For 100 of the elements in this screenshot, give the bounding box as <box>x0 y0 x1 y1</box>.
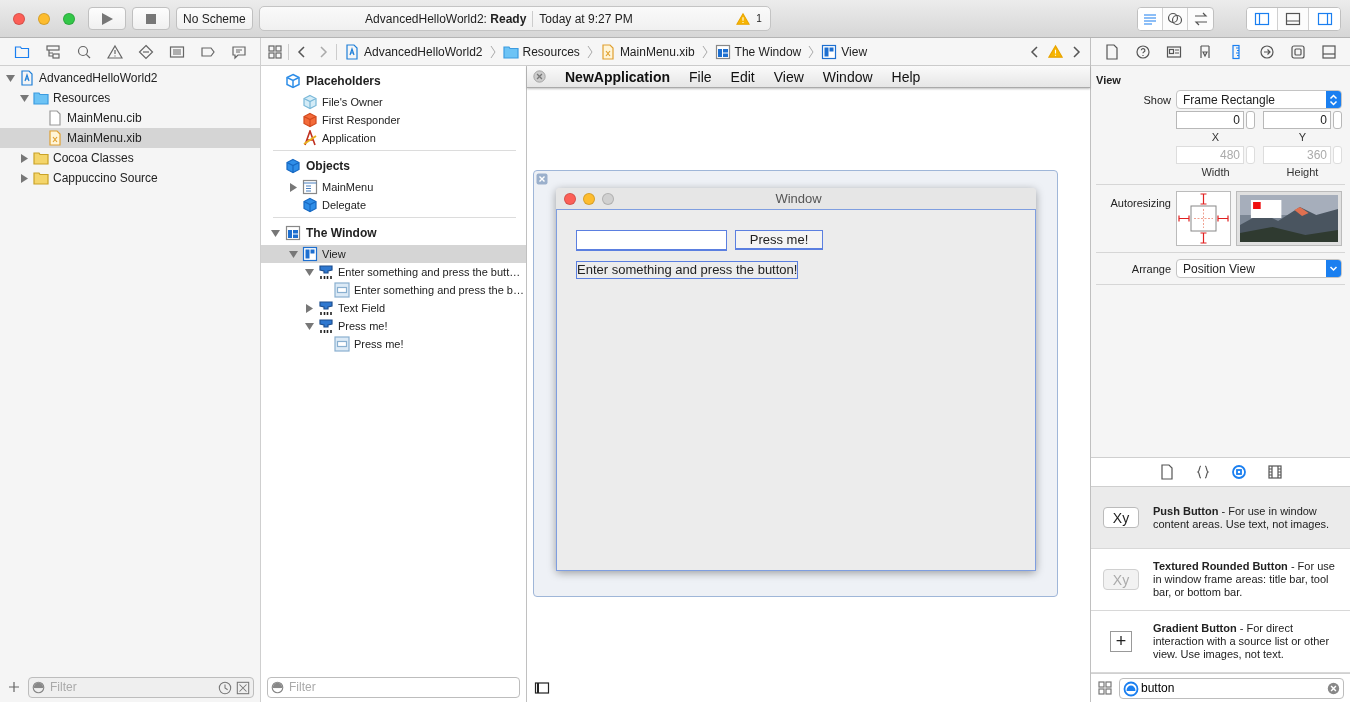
warning-count: 1 <box>756 13 762 24</box>
object-name: Application <box>322 132 376 144</box>
press-button[interactable]: Press me! <box>735 230 823 250</box>
stop-button[interactable] <box>132 7 170 30</box>
filter-field[interactable]: Filter <box>28 676 254 698</box>
outline-row[interactable]: View <box>261 245 526 263</box>
grid-icon[interactable] <box>1097 680 1113 696</box>
object-name: Enter something and press the butt… <box>338 266 521 278</box>
item-description: Textured Rounded Button - For use in window frame areas: title bar, tool bar, or bottom bar. <box>1153 560 1336 599</box>
library-search-field[interactable]: button <box>1119 677 1344 699</box>
cube-icon <box>302 94 318 110</box>
outline-row[interactable]: Enter something and press the butt… <box>261 263 526 281</box>
path-item[interactable]: AdvancedHelloWorld2 <box>342 43 485 60</box>
number-field[interactable]: 0 <box>1176 111 1244 129</box>
app-menu[interactable]: NewApplication <box>565 68 670 85</box>
close-button[interactable] <box>13 12 25 25</box>
stop-icon <box>145 12 157 25</box>
rings-icon[interactable] <box>1167 10 1183 27</box>
bottom-panel-icon[interactable] <box>1285 10 1301 27</box>
autoresizing-control[interactable] <box>1176 191 1231 246</box>
folder-icon <box>502 43 519 60</box>
add-icon[interactable] <box>6 679 22 695</box>
menu-item[interactable]: Help <box>891 68 921 85</box>
outline-row[interactable]: MainMenu <box>261 178 526 196</box>
field-label: Height <box>1286 166 1319 178</box>
section-title: The Window <box>306 226 377 240</box>
disclosure-triangle[interactable] <box>289 182 298 192</box>
file-name: MainMenu.xib <box>67 131 142 145</box>
text-field[interactable] <box>576 230 727 251</box>
outline-row[interactable]: Press me! <box>261 335 526 353</box>
filter-icon <box>32 680 45 694</box>
object-name: Enter something and press the b… <box>354 284 524 296</box>
outline-row[interactable]: Text Field <box>261 299 526 317</box>
sidebar-left-icon[interactable] <box>1254 10 1270 27</box>
outline-row[interactable]: File's Owner <box>261 93 526 111</box>
autoresizing-label: Autoresizing <box>1109 196 1171 209</box>
outline-row[interactable]: Enter something and press the b… <box>261 281 526 299</box>
activity-time: Today at 9:27 PM <box>539 11 633 26</box>
path-item[interactable]: View <box>819 43 870 60</box>
tree-row[interactable]: MainMenu.xib <box>0 128 260 148</box>
number-field[interactable]: 0 <box>1263 111 1331 129</box>
outline-row[interactable]: Delegate <box>261 196 526 214</box>
button-preview: Xy <box>1103 507 1139 528</box>
grid-icon[interactable] <box>267 43 283 60</box>
control-icon <box>318 318 334 334</box>
close-icon[interactable] <box>536 173 548 185</box>
menu-item[interactable]: Window <box>822 68 873 85</box>
view-icon <box>302 246 318 262</box>
filter-icon <box>271 680 284 694</box>
object-name: MainMenu <box>322 181 374 193</box>
disclosure-triangle[interactable] <box>289 249 298 259</box>
path-item[interactable]: The Window <box>712 43 804 60</box>
path-item[interactable]: MainMenu.xib <box>597 43 697 60</box>
path-separator-icon <box>489 44 496 59</box>
inspector-title: View <box>1095 73 1122 88</box>
folder-icon <box>33 150 49 166</box>
tree-row[interactable]: Resources <box>0 88 260 108</box>
menu-item[interactable]: View <box>773 68 804 85</box>
file-icon <box>47 110 63 126</box>
sidebar-toggle-icon[interactable] <box>534 680 550 696</box>
outline-row[interactable]: Press me! <box>261 317 526 335</box>
menu-item[interactable]: File <box>689 68 712 85</box>
button-preview: + <box>1110 631 1132 652</box>
disclosure-triangle[interactable] <box>20 93 29 103</box>
cell-icon <box>334 336 350 352</box>
arrange-label: Arrange <box>1130 262 1171 275</box>
tree-row[interactable]: Cappuccino Source <box>0 168 260 188</box>
box-icon[interactable] <box>236 680 250 695</box>
outline-row[interactable]: First Responder <box>261 111 526 129</box>
tree-row[interactable]: AdvancedHelloWorld2 <box>0 68 260 88</box>
arrange-popup[interactable]: Position View <box>1176 259 1342 278</box>
outline-row[interactable]: Application <box>261 129 526 147</box>
close-icon[interactable] <box>533 70 546 83</box>
menu-item[interactable]: Edit <box>730 68 755 85</box>
folder-icon <box>33 90 49 106</box>
disclosure-triangle[interactable] <box>6 73 15 83</box>
file-name: AdvancedHelloWorld2 <box>39 71 158 85</box>
clear-icon[interactable] <box>1327 681 1340 695</box>
run-button[interactable] <box>88 7 126 30</box>
project-file-icon <box>19 70 35 86</box>
show-popup[interactable]: Frame Rectangle <box>1176 90 1342 109</box>
disclosure-triangle[interactable] <box>271 228 280 238</box>
path-item[interactable]: Resources <box>500 43 582 60</box>
zoom-button[interactable] <box>63 12 75 25</box>
scheme-selector[interactable]: No Scheme <box>176 7 253 30</box>
disclosure-triangle[interactable] <box>20 173 29 183</box>
tree-row[interactable]: MainMenu.cib <box>0 108 260 128</box>
disclosure-triangle[interactable] <box>305 267 314 277</box>
sidebar-right-icon[interactable] <box>1316 10 1333 27</box>
library-item[interactable]: Xy Push Button - For use in window content areas. Use text, not images. <box>1091 487 1350 549</box>
close-button[interactable] <box>564 192 576 205</box>
object-name: Press me! <box>338 320 388 332</box>
tree-row[interactable]: Cocoa Classes <box>0 148 260 168</box>
panel-toggle[interactable] <box>1247 7 1278 30</box>
disclosure-triangle[interactable] <box>305 303 314 313</box>
clock-icon[interactable] <box>218 680 232 695</box>
disclosure-triangle[interactable] <box>305 321 314 331</box>
filter-field[interactable]: Filter <box>267 676 520 698</box>
field-label: Width <box>1201 166 1230 178</box>
disclosure-triangle[interactable] <box>20 153 29 163</box>
